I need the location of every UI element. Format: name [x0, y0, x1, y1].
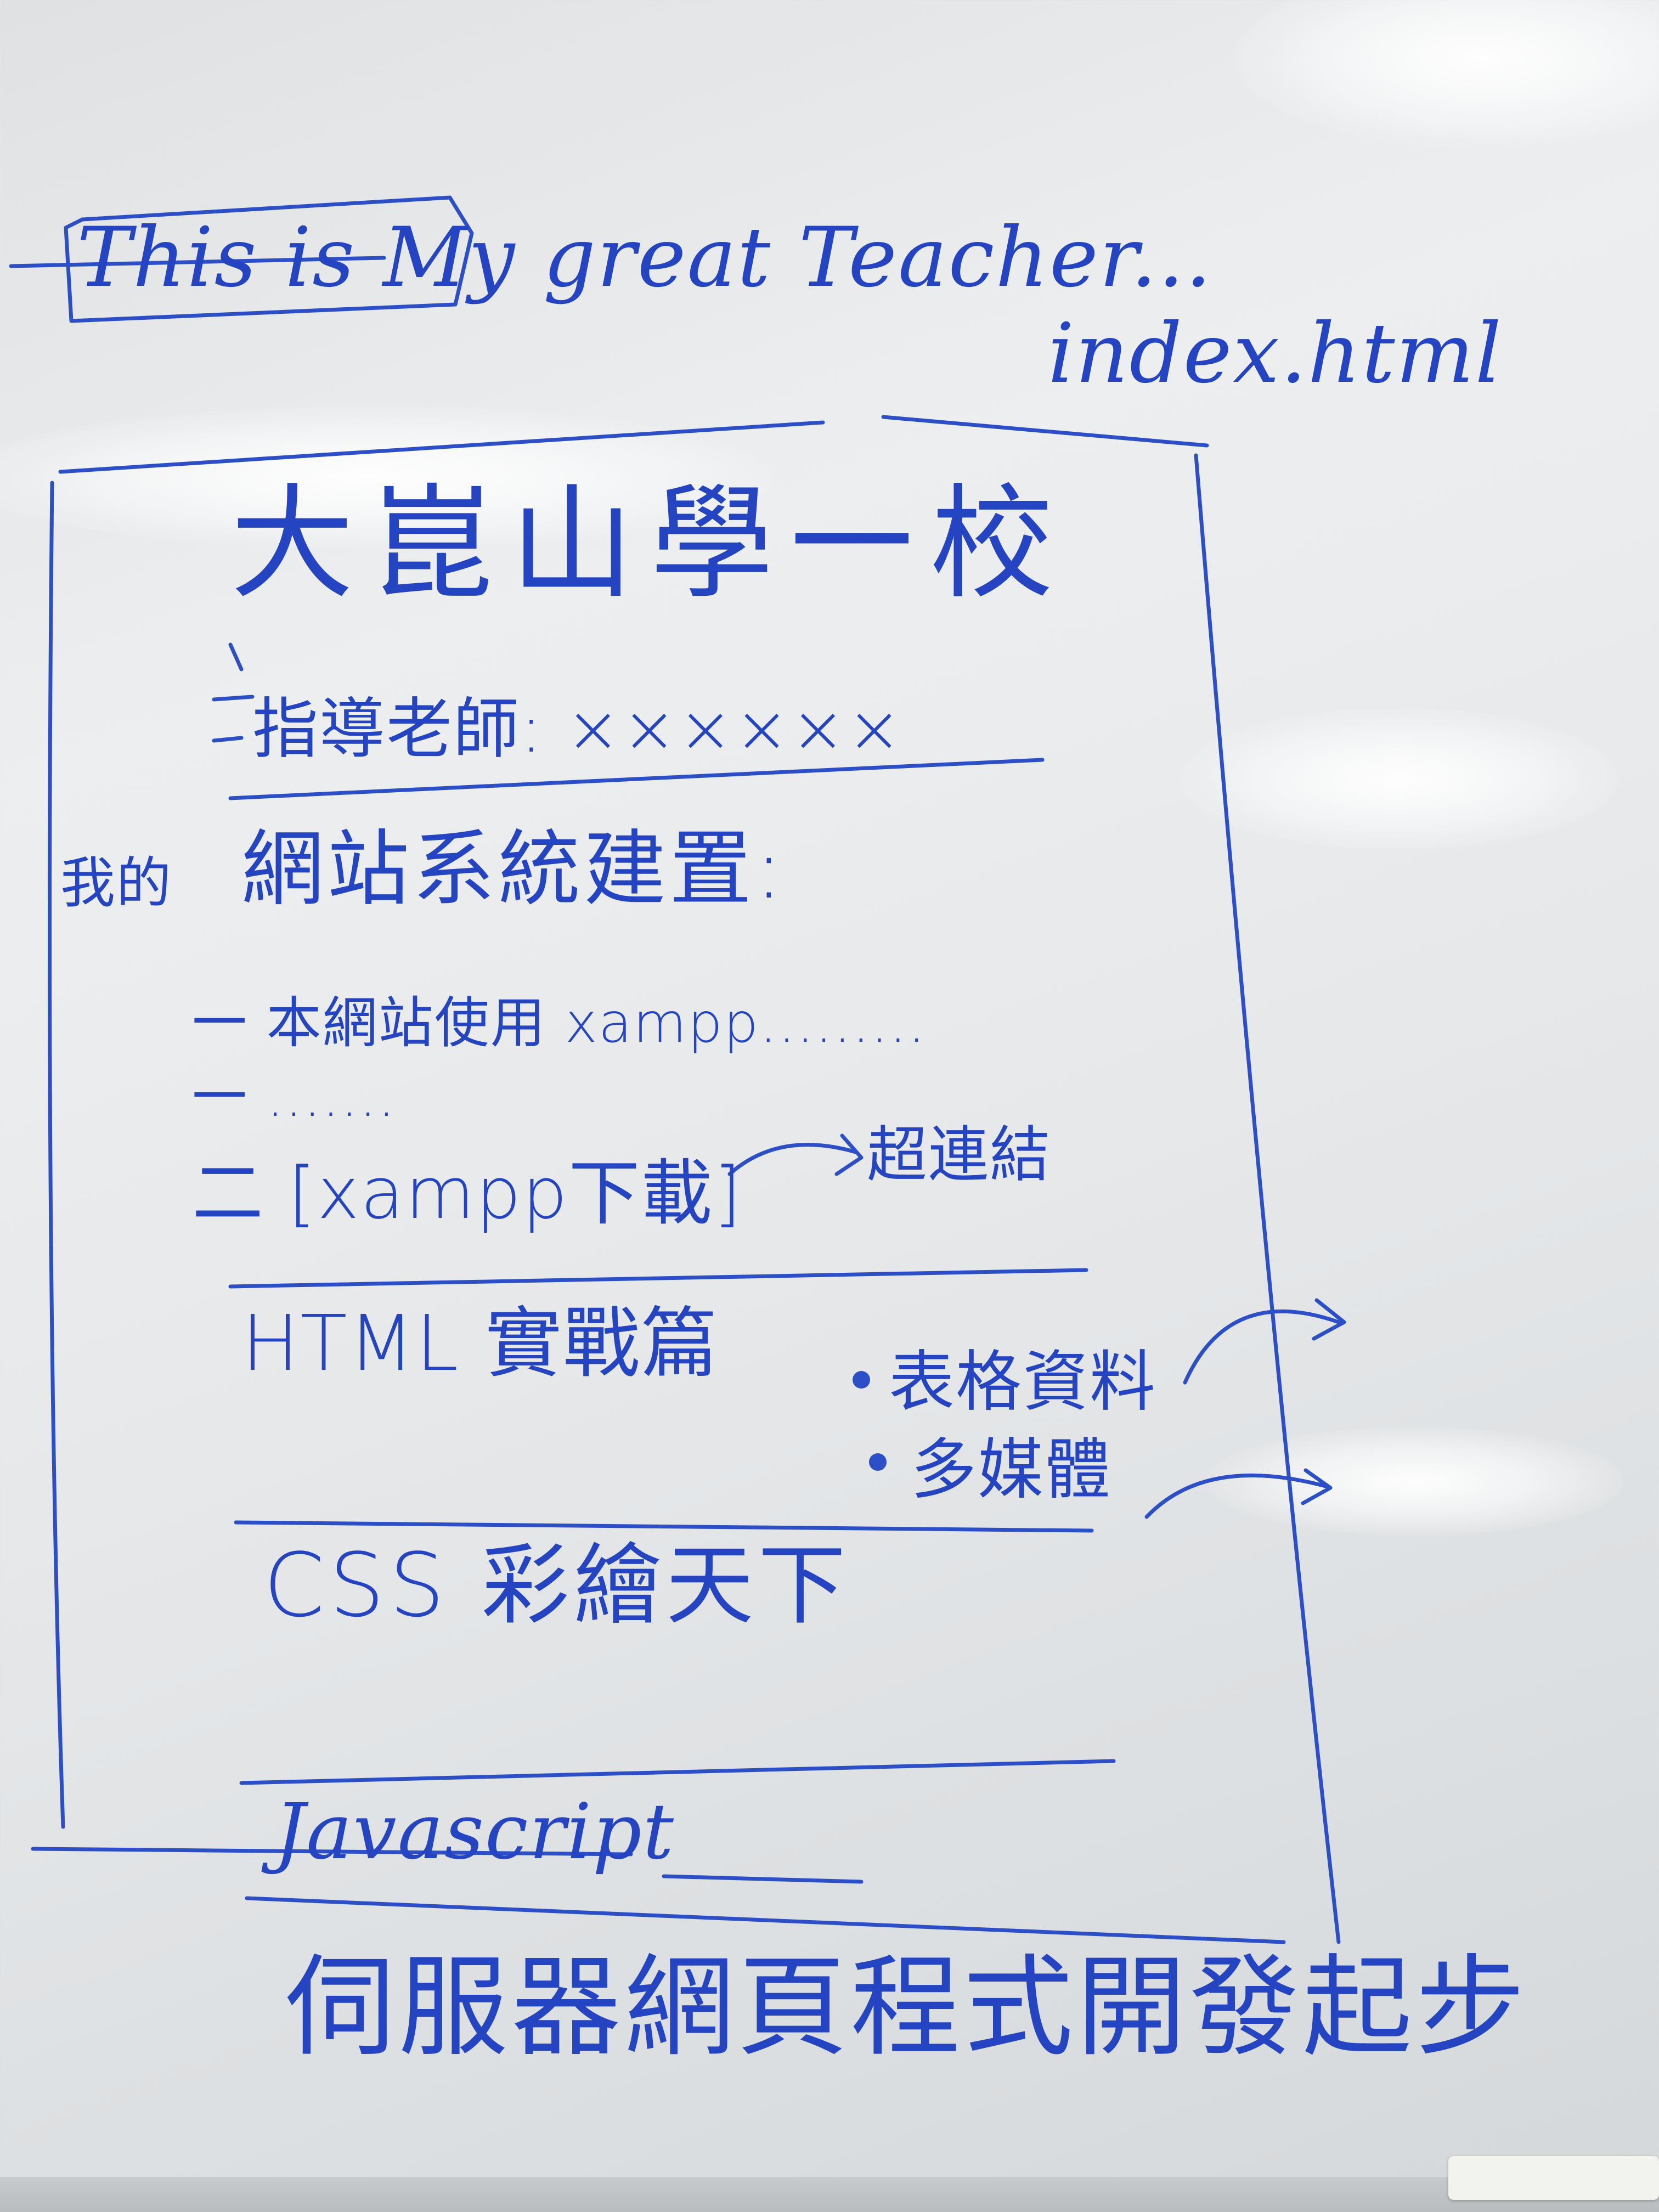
bullet-dot-2: [869, 1453, 887, 1471]
page-frame-left: [48, 481, 65, 1829]
page-frame-top: [58, 415, 1209, 474]
item-line-2: 一 .......: [192, 1065, 397, 1129]
page-frame-right: [1194, 453, 1341, 1944]
board-glare-right: [1180, 708, 1618, 850]
html-bullet-1[interactable]: 表格資料: [889, 1350, 1156, 1415]
rule-above-html: [228, 1268, 1088, 1289]
html-bullet-2[interactable]: 多媒體: [911, 1437, 1111, 1503]
js-section-title: Javascript: [274, 1787, 675, 1877]
bullet-arrow-2: [1144, 1473, 1330, 1519]
instructor-line: 指導老師: ××××××: [252, 691, 903, 768]
rule-after-js: [662, 1874, 864, 1884]
page-title: 大崑山學一校: [230, 472, 1070, 616]
link-note: 超連結: [867, 1120, 1051, 1190]
section-title: 網站系統建置:: [241, 822, 786, 917]
whiteboard-tray: [0, 2177, 1659, 2212]
html-section-title: HTML 實戰篇: [241, 1299, 719, 1389]
filename-label: index.html: [1048, 306, 1503, 402]
css-section-title: CSS 彩繪天下: [263, 1534, 850, 1637]
side-label: 我的: [60, 851, 172, 915]
item-line-1: 一 本網站使用 xampp.........: [192, 991, 927, 1055]
footer-caption: 伺服器網頁程式開發起步: [285, 1944, 1529, 2072]
bullet-dot-1: [853, 1371, 870, 1389]
rule-above-css: [234, 1520, 1094, 1533]
link-arrow: [727, 1143, 858, 1176]
header-note: This is My great Teacher...: [77, 210, 1213, 306]
bullet-arrow-1: [1183, 1310, 1341, 1385]
board-glare-top: [1234, 0, 1659, 148]
board-magnet: [1448, 2156, 1659, 2200]
xampp-download-link[interactable]: 二 [xampp下載]: [192, 1158, 742, 1229]
board-glare-mid: [1207, 1426, 1624, 1536]
rule-above-js: [239, 1759, 1116, 1785]
rule-bottom: [245, 1896, 1286, 1944]
